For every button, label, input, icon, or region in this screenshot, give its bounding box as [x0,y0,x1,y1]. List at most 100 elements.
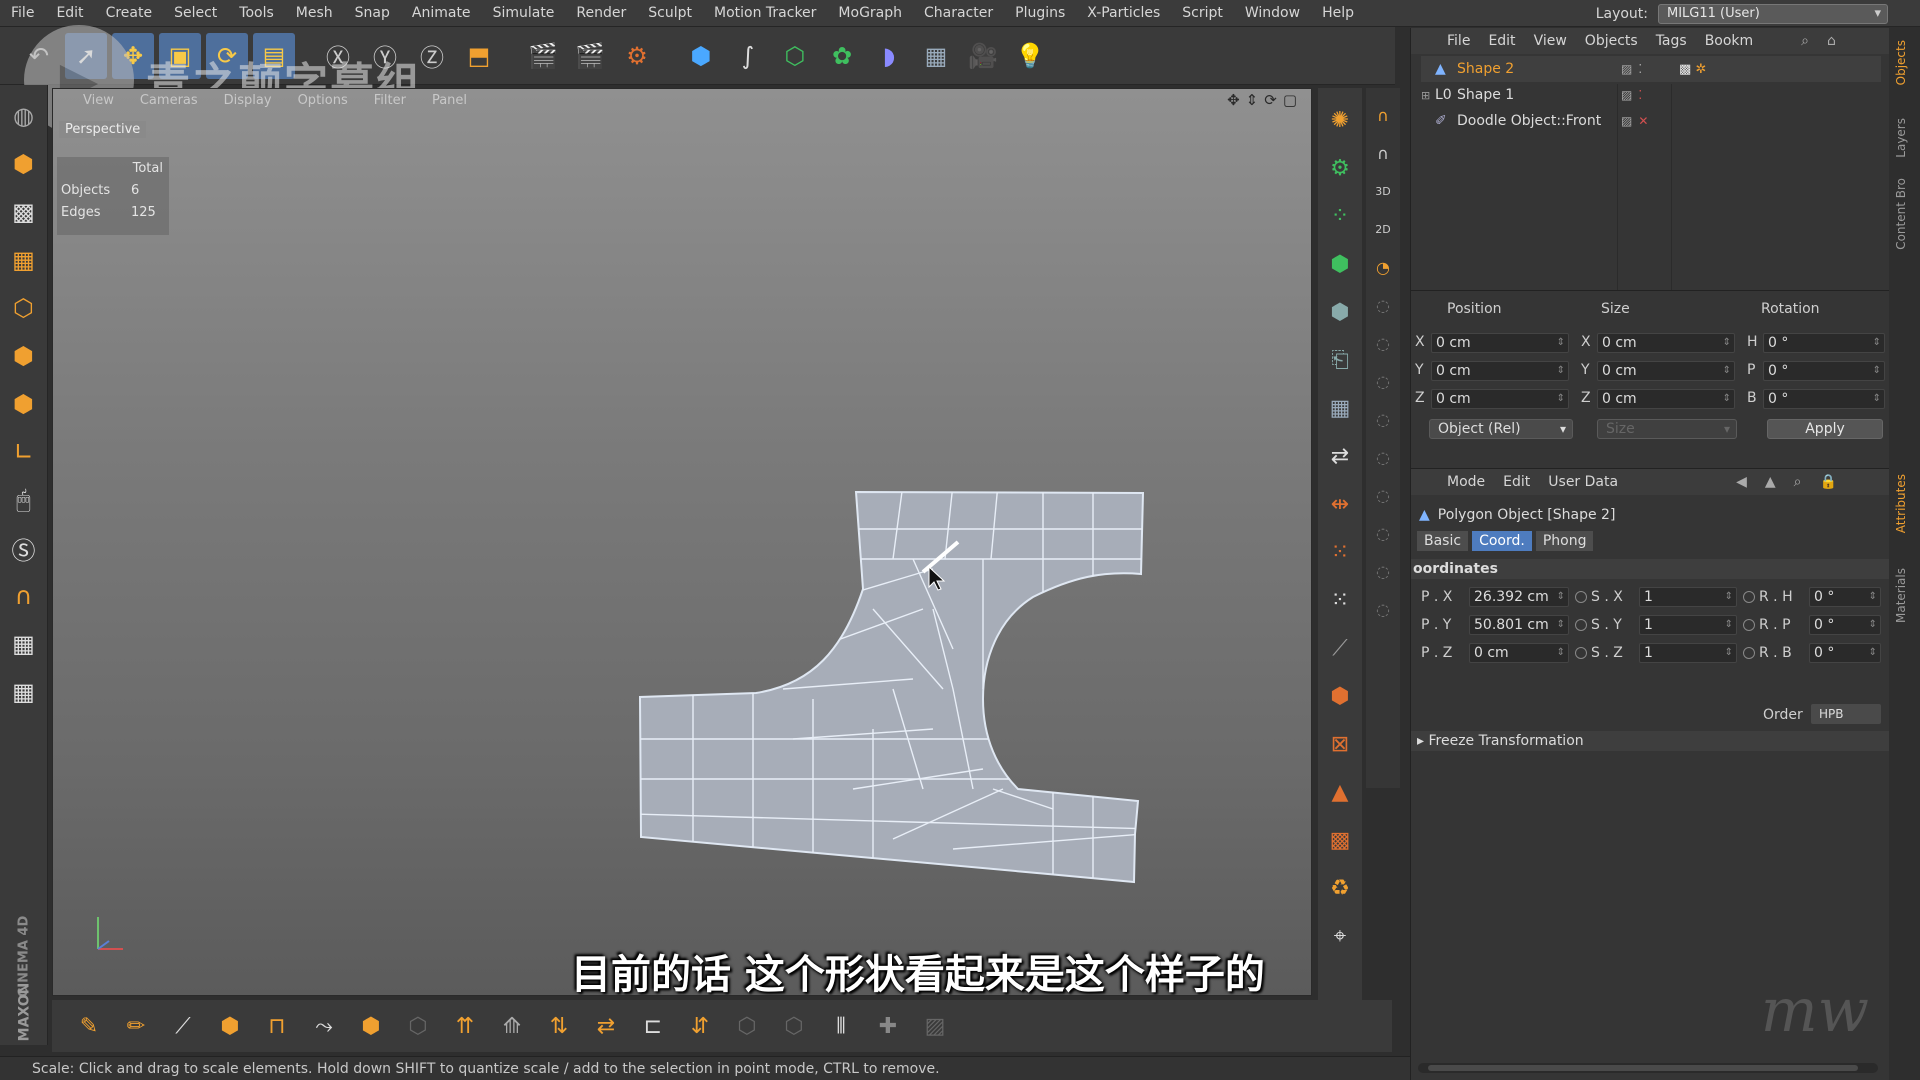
pencil-icon[interactable]: ✏ [115,1004,157,1048]
tab-basic[interactable]: Basic [1417,531,1469,551]
obj-menu-bookmarks[interactable]: Bookm [1705,33,1753,49]
edges-mode-icon[interactable]: ⬢ [4,335,44,377]
menu-mograph[interactable]: MoGraph [827,0,913,27]
cube-solid-icon[interactable]: ⬢ [350,1004,392,1048]
stair-pen-icon[interactable]: ⟋ [162,1004,204,1048]
size-x-field[interactable]: 0 cm [1597,333,1735,353]
viewport-menu-panel[interactable]: Panel [432,93,467,108]
rp-radio[interactable] [1743,619,1755,631]
grid-icon[interactable]: ▦ [1322,386,1358,430]
rotation-p-field[interactable]: 0 ° [1763,361,1885,381]
checker-icon[interactable]: ▩ [1322,818,1358,862]
viewport-navigation-icons[interactable]: ✥⇕⟳▢ [1227,91,1303,109]
dots-grid-icon[interactable]: ⁙ [1322,530,1358,574]
x-axis-lock-icon[interactable]: Ⓧ [317,33,359,79]
coordinate-system-icon[interactable]: ⬒ [458,33,500,79]
visibility-flags[interactable]: ▨ ✕ [1621,114,1671,128]
dial-icon[interactable]: ◔ [1369,250,1397,284]
texture-mode-icon[interactable]: ▩ [4,191,44,233]
align-icon[interactable]: ⇄ [1322,434,1358,478]
sliders-icon[interactable]: ⫴ [820,1004,862,1048]
box-icon[interactable]: ⬢ [209,1004,251,1048]
menu-motion-tracker[interactable]: Motion Tracker [703,0,827,27]
viewport-menu-display[interactable]: Display [224,93,272,108]
viewport-menu-filter[interactable]: Filter [374,93,406,108]
cube-icon[interactable]: ⬢ [680,33,722,79]
coordinate-mode-dropdown[interactable]: Object (Rel) [1429,419,1573,439]
polygon-mesh[interactable] [53,89,1312,996]
subdivision-surface-icon[interactable]: ⬡ [774,33,816,79]
brush-icon[interactable]: ✎ [68,1004,110,1048]
axis-mode-icon[interactable]: ∟ [4,431,44,473]
obj-menu-view[interactable]: View [1534,33,1567,49]
bevel-icon[interactable]: ⬢ [1322,290,1358,334]
position-y-field[interactable]: 0 cm [1431,361,1569,381]
points-mode-icon[interactable]: ⬡ [4,287,44,329]
apply-button[interactable]: Apply [1767,419,1883,439]
checker-tag-icon[interactable]: ▩ [1679,62,1691,77]
rotation-b-field[interactable]: 0 ° [1763,389,1885,409]
workplane-lock-icon[interactable]: ▦ [4,623,44,665]
split-icon[interactable]: ⊏ [632,1004,674,1048]
menu-animate[interactable]: Animate [401,0,482,27]
floor-icon[interactable]: ▦ [915,33,957,79]
fold-icon[interactable]: ⟰ [491,1004,533,1048]
close-square-icon[interactable]: ⊠ [1322,722,1358,766]
viewport-menu-view[interactable]: View [83,93,114,108]
recycle-icon[interactable]: ♻ [1322,866,1358,910]
viewport-menu-cameras[interactable]: Cameras [140,93,198,108]
viewport-menu-options[interactable]: Options [298,93,348,108]
spline-pen-icon[interactable]: ∫ [727,33,769,79]
attr-menu-user-data[interactable]: User Data [1548,474,1618,490]
measure-icon[interactable]: ⌖ [1322,914,1358,958]
snap-icon[interactable]: ∩ [4,575,44,617]
disabled-box-2-icon[interactable]: ⬡ [773,1004,815,1048]
disabled-tool-5-icon[interactable]: ◌ [1369,440,1397,474]
rh-field[interactable]: 0 ° [1809,587,1881,607]
scale-icon[interactable]: ▣ [159,32,201,79]
snap-settings-icon[interactable]: ✺ [1322,98,1358,142]
bridge-icon[interactable]: ⇅ [538,1004,580,1048]
extrude-inner-icon[interactable]: ⇈ [444,1004,486,1048]
sx-radio[interactable] [1575,591,1587,603]
snap-magnet-icon[interactable]: ∩ [1369,136,1397,170]
snap-2d-icon[interactable]: 2D [1369,212,1397,246]
home-icon[interactable]: ⌂ [1827,33,1836,49]
disabled-cube-icon[interactable]: ⬡ [397,1004,439,1048]
knife-icon[interactable]: ⟋ [1322,626,1358,670]
crosshair-icon[interactable]: ✚ [867,1004,909,1048]
menu-file[interactable]: File [0,0,45,27]
camera-icon[interactable]: 🎥 [962,33,1004,79]
back-arrow-icon[interactable]: ◀ [1736,474,1747,490]
weld-icon[interactable]: ⇹ [1322,482,1358,526]
disabled-tool-8-icon[interactable]: ◌ [1369,554,1397,588]
object-row-shape-2[interactable]: ▲ Shape 2 ▨ ⁚ ▩ ✲ [1421,56,1881,82]
menu-character[interactable]: Character [913,0,1004,27]
recent-tools-icon[interactable]: ▤ [253,32,295,79]
menu-select[interactable]: Select [163,0,228,27]
coordinates-section-header[interactable]: oordinates [1411,559,1889,579]
magnet-icon[interactable]: ∩ [1369,98,1397,132]
side-tab-content-browser[interactable]: Content Bro [1894,178,1916,250]
render-picture-viewer-icon[interactable]: 🎬 [569,33,611,79]
obj-menu-edit[interactable]: Edit [1488,33,1515,49]
disabled-tool-4-icon[interactable]: ◌ [1369,402,1397,436]
path-icon[interactable]: ⤳ [303,1004,345,1048]
extrude-icon[interactable]: ⬢ [1322,242,1358,286]
make-editable-icon[interactable]: ◍ [4,95,44,137]
tweak-mode-icon[interactable]: 🖱 [4,479,44,521]
deformer-icon[interactable]: ◗ [868,33,910,79]
mirror-icon[interactable]: ⎗ [1322,338,1358,382]
side-tab-objects[interactable]: Objects [1894,40,1916,85]
menu-snap[interactable]: Snap [344,0,401,27]
expand-icon[interactable]: ⊞ [1421,89,1435,102]
points-icon[interactable]: ⁘ [1322,194,1358,238]
menu-mesh[interactable]: Mesh [285,0,344,27]
render-settings-icon[interactable]: ⚙ [616,33,658,79]
menu-help[interactable]: Help [1311,0,1365,27]
disabled-tool-1-icon[interactable]: ◌ [1369,288,1397,322]
rh-radio[interactable] [1743,591,1755,603]
menu-script[interactable]: Script [1171,0,1234,27]
viewport[interactable]: View Cameras Display Options Filter Pane… [52,88,1312,996]
menu-x-particles[interactable]: X-Particles [1076,0,1171,27]
